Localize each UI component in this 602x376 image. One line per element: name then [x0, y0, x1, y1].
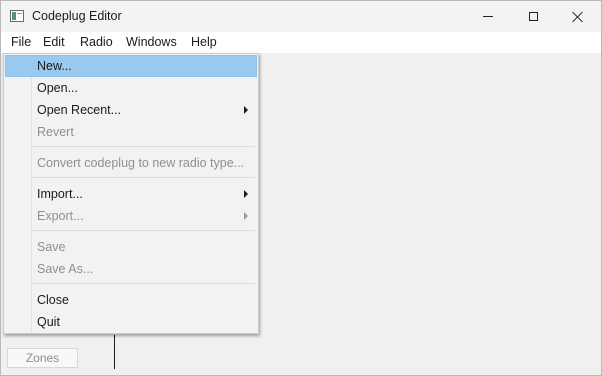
maximize-icon	[528, 12, 538, 21]
menu-item-label: Convert codeplug to new radio type...	[37, 156, 245, 170]
submenu-arrow-icon	[244, 106, 248, 114]
menu-item-revert: Revert	[5, 121, 257, 143]
title-bar[interactable]: Codeplug Editor	[1, 1, 601, 32]
menu-item-open[interactable]: Open...	[5, 77, 257, 99]
menu-item-convert: Convert codeplug to new radio type...	[5, 152, 257, 174]
menu-windows[interactable]: Windows	[126, 35, 177, 49]
menu-item-label: Open Recent...	[37, 103, 122, 117]
menu-item-label: Save As...	[37, 262, 94, 276]
menu-item-label: Import...	[37, 187, 83, 201]
zones-button[interactable]: Zones	[7, 348, 78, 368]
menu-item-new[interactable]: New...	[5, 55, 257, 77]
minimize-button[interactable]	[465, 1, 511, 32]
maximize-button[interactable]	[510, 1, 556, 32]
menu-item-label: Quit	[37, 315, 60, 329]
menu-separator	[32, 177, 255, 178]
menu-item-open-recent[interactable]: Open Recent...	[5, 99, 257, 121]
app-icon	[10, 10, 24, 22]
menu-item-import[interactable]: Import...	[5, 183, 257, 205]
close-window-button[interactable]	[555, 1, 601, 32]
menu-item-label: Export...	[37, 209, 84, 223]
menu-separator	[32, 230, 255, 231]
menu-item-label: Revert	[37, 125, 74, 139]
menu-item-label: Open...	[37, 81, 78, 95]
splitter-line	[114, 335, 115, 369]
menu-help[interactable]: Help	[191, 35, 217, 49]
menu-bar: File Edit Radio Windows Help	[1, 32, 601, 53]
menu-item-label: Close	[37, 293, 69, 307]
menu-item-quit[interactable]: Quit	[5, 311, 257, 333]
menu-separator	[32, 283, 255, 284]
file-menu-dropdown: New... Open... Open Recent... Revert Con…	[3, 53, 259, 334]
menu-item-save-as: Save As...	[5, 258, 257, 280]
menu-item-close[interactable]: Close	[5, 289, 257, 311]
window-title: Codeplug Editor	[32, 9, 122, 23]
menu-separator	[32, 146, 255, 147]
menu-item-save: Save	[5, 236, 257, 258]
menu-edit[interactable]: Edit	[43, 35, 65, 49]
menu-item-label: Save	[37, 240, 66, 254]
submenu-arrow-icon	[244, 190, 248, 198]
menu-radio[interactable]: Radio	[80, 35, 113, 49]
menu-file[interactable]: File	[11, 35, 31, 49]
menu-item-label: New...	[37, 59, 72, 73]
submenu-arrow-icon	[244, 212, 248, 220]
menu-item-export: Export...	[5, 205, 257, 227]
minimize-icon	[483, 16, 493, 17]
close-icon	[572, 11, 584, 23]
